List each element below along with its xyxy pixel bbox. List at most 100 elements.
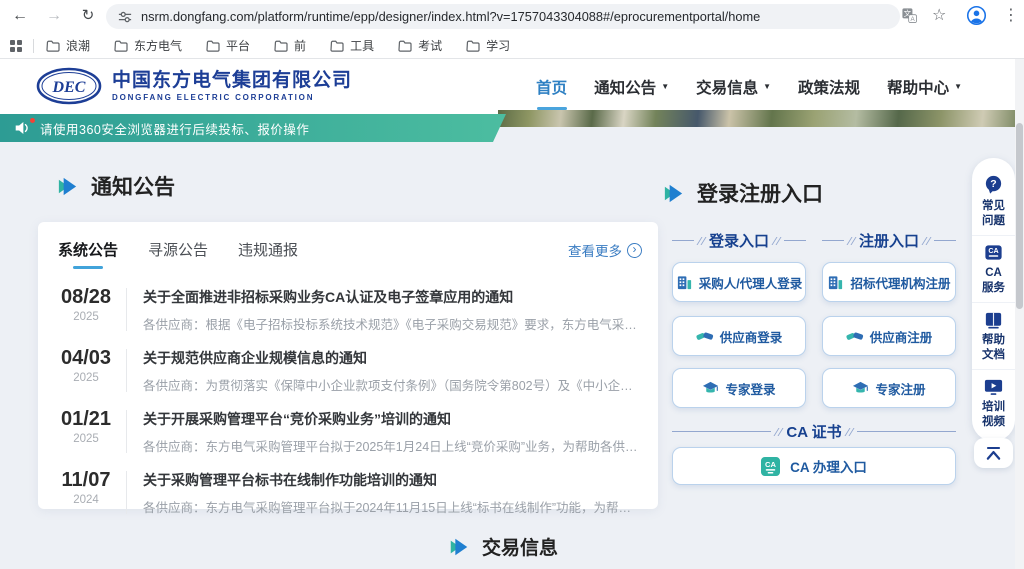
notice-date: 08/28: [58, 286, 114, 308]
tab-violation-reports[interactable]: 违规通报: [238, 239, 298, 260]
folder-icon: [46, 40, 60, 52]
bidding-agency-register-button[interactable]: 招标代理机构注册: [822, 262, 956, 302]
translate-icon[interactable]: 文 A: [902, 8, 917, 27]
announcement-bar: 请使用360安全浏览器进行后续投标、报价操作: [0, 114, 506, 142]
notice-row[interactable]: 04/03 2025 关于规范供应商企业规模信息的通知 各供应商：为贯彻落实《保…: [38, 340, 658, 401]
notice-text-block: 关于采购管理平台标书在线制作功能培训的通知 各供应商：东方电气采购管理平台拟于2…: [143, 469, 640, 516]
notice-date: 04/03: [58, 347, 114, 369]
bookmark-folder-tools[interactable]: 工具: [330, 37, 374, 54]
company-name-block: 中国东方电气集团有限公司 DONGFANG ELECTRIC CORPORATI…: [112, 70, 352, 103]
login-section-header: 登录注册入口: [662, 178, 823, 208]
training-videos-shortcut[interactable]: 培训视频: [972, 369, 1015, 436]
button-label: 招标代理机构注册: [850, 273, 950, 292]
tab-sourcing-notices[interactable]: 寻源公告: [148, 239, 208, 260]
bookmark-folder-front[interactable]: 前: [274, 37, 306, 54]
bookmark-folder-study[interactable]: 学习: [466, 37, 510, 54]
back-to-top-button[interactable]: [974, 438, 1013, 468]
url-text: nsrm.dongfang.com/platform/runtime/epp/d…: [141, 9, 760, 24]
bookmark-label: 浪潮: [66, 37, 90, 54]
address-bar[interactable]: nsrm.dongfang.com/platform/runtime/epp/d…: [106, 4, 900, 29]
forward-icon[interactable]: →: [42, 5, 66, 27]
bookmark-label: 平台: [226, 37, 250, 54]
quick-sidebar: ? 常见问题 CA CA服务 帮助文档: [972, 158, 1015, 441]
ca-group-label: CA 证书: [672, 421, 956, 442]
bookmark-label: 工具: [350, 37, 374, 54]
banner-photo: [498, 110, 1024, 127]
supplier-register-button[interactable]: 供应商注册: [822, 316, 956, 356]
supplier-login-button[interactable]: 供应商登录: [672, 316, 806, 356]
nav-policies[interactable]: 政策法规: [798, 76, 860, 98]
question-glyph: ?: [990, 178, 996, 190]
notice-row[interactable]: 08/28 2025 关于全面推进非招标采购业务CA认证及电子签章应用的通知 各…: [38, 279, 658, 340]
nav-help-center-label: 帮助中心: [887, 76, 949, 98]
ca-apply-button[interactable]: CA CA 办理入口: [672, 447, 956, 485]
button-label: 专家注册: [875, 379, 925, 398]
apps-grid-icon[interactable]: [9, 39, 23, 53]
expert-login-button[interactable]: 专家登录: [672, 368, 806, 408]
company-name-en: DONGFANG ELECTRIC CORPORATION: [112, 93, 352, 102]
browser-menu-icon[interactable]: ⋮: [1003, 5, 1019, 25]
tab-system-notices[interactable]: 系统公告: [58, 239, 118, 260]
view-more-label: 查看更多: [568, 240, 622, 260]
login-group-label: 登录入口: [672, 230, 806, 251]
handshake-icon: [846, 328, 864, 344]
notice-date: 11/07: [58, 469, 114, 491]
ca-service-shortcut[interactable]: CA CA服务: [972, 235, 1015, 302]
browser-toolbar: ← → ↻ nsrm.dongfang.com/platform/runtime…: [0, 0, 1024, 33]
bookmark-folder-dongfang[interactable]: 东方电气: [114, 37, 182, 54]
nav-home-label: 首页: [536, 76, 567, 98]
notice-row[interactable]: 11/07 2024 关于采购管理平台标书在线制作功能培训的通知 各供应商：东方…: [38, 462, 658, 523]
view-more-link[interactable]: 查看更多 ›: [568, 240, 642, 260]
expert-register-button[interactable]: 专家注册: [822, 368, 956, 408]
company-logo[interactable]: DEC 中国东方电气集团有限公司 DONGFANG ELECTRIC CORPO…: [36, 67, 352, 105]
buyer-agent-login-button[interactable]: 采购人/代理人登录: [672, 262, 806, 302]
divider: [126, 288, 127, 331]
bookmark-label: 前: [294, 37, 306, 54]
button-label: 专家登录: [725, 379, 775, 398]
folder-icon: [114, 40, 128, 52]
bookmark-folder-langchao[interactable]: 浪潮: [46, 37, 90, 54]
notice-summary: 各供应商：根据《电子招标投标系统技术规范》《电子采购交易规范》要求，东方电气采购…: [143, 314, 640, 333]
help-docs-shortcut[interactable]: 帮助文档: [972, 302, 1015, 369]
nav-help-center[interactable]: 帮助中心 ▼: [887, 76, 962, 98]
nav-home[interactable]: 首页: [536, 76, 567, 98]
notice-year: 2025: [58, 311, 114, 323]
graduation-cap-icon: [852, 380, 869, 396]
video-monitor-icon: [983, 377, 1004, 397]
faq-shortcut[interactable]: ? 常见问题: [972, 167, 1015, 235]
notice-summary: 各供应商：东方电气采购管理平台拟于2025年1月24日上线“竞价采购”业务，为帮…: [143, 436, 640, 455]
notice-text-block: 关于开展采购管理平台“竞价采购业务”培训的通知 各供应商：东方电气采购管理平台拟…: [143, 408, 640, 455]
trade-section-header: 交易信息: [448, 533, 558, 560]
notification-dot: [30, 118, 35, 123]
notice-title: 关于全面推进非招标采购业务CA认证及电子签章应用的通知: [143, 287, 640, 307]
ca-icon-text: CA: [765, 459, 776, 468]
building-icon: [827, 274, 844, 291]
ca-card-icon: CA: [761, 457, 780, 476]
notice-section-title: 通知公告: [91, 171, 175, 201]
notice-section-header: 通知公告: [56, 171, 175, 201]
folder-icon: [274, 40, 288, 52]
main-nav: 首页 通知公告 ▼ 交易信息 ▼ 政策法规 帮助中心 ▼: [536, 59, 962, 114]
bookmark-folder-platform[interactable]: 平台: [206, 37, 250, 54]
announcement-text: 请使用360安全浏览器进行后续投标、报价操作: [40, 119, 309, 138]
quick-label: CA服务: [981, 266, 1006, 296]
bookmark-star-icon[interactable]: ☆: [932, 5, 946, 25]
chevron-down-icon: ▼: [763, 82, 771, 91]
folder-icon: [206, 40, 220, 52]
scrollbar-thumb[interactable]: [1016, 123, 1023, 309]
nav-trade-info-label: 交易信息: [696, 76, 758, 98]
button-label: CA 办理入口: [790, 456, 867, 476]
nav-trade-info[interactable]: 交易信息 ▼: [696, 76, 771, 98]
button-label: 供应商注册: [870, 327, 933, 346]
nav-policies-label: 政策法规: [798, 76, 860, 98]
nav-notices[interactable]: 通知公告 ▼: [594, 76, 669, 98]
bookmark-folder-exam[interactable]: 考试: [398, 37, 442, 54]
section-arrow-icon: [662, 182, 685, 205]
reload-icon[interactable]: ↻: [76, 5, 100, 27]
button-label: 采购人/代理人登录: [699, 273, 802, 292]
notice-list: 08/28 2025 关于全面推进非招标采购业务CA认证及电子签章应用的通知 各…: [38, 273, 658, 523]
notice-row[interactable]: 01/21 2025 关于开展采购管理平台“竞价采购业务”培训的通知 各供应商：…: [38, 401, 658, 462]
profile-avatar-icon[interactable]: [966, 5, 987, 30]
scrollbar-track[interactable]: [1015, 59, 1024, 569]
back-icon[interactable]: ←: [8, 5, 32, 27]
